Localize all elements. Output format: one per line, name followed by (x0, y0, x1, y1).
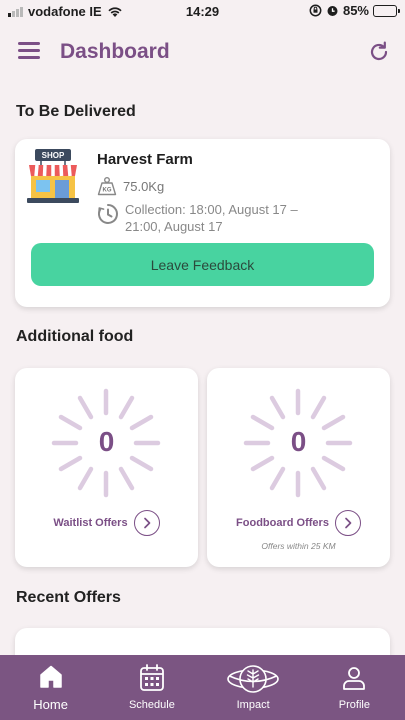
shop-sign-text: SHOP (42, 151, 65, 160)
delivery-card[interactable]: SHOP Harvest Farm KG 75.0Kg Collection: … (15, 139, 390, 307)
status-right: 85% (309, 3, 400, 18)
foodbank-offers-card[interactable]: 0 Foodboard Offers Offers within 25 KM (207, 368, 390, 567)
bottom-nav: Home Schedule Impact Profile (0, 655, 405, 720)
battery-percent: 85% (342, 3, 369, 18)
nav-impact[interactable]: Impact (203, 655, 304, 720)
nav-profile[interactable]: Profile (304, 655, 405, 720)
section-title-recent-offers: Recent Offers (16, 589, 121, 606)
chevron-right-icon[interactable] (133, 510, 160, 536)
waitlist-offers-link[interactable]: Waitlist Offers (15, 510, 198, 536)
waitlist-count: 0 (98, 426, 115, 457)
home-icon (39, 665, 62, 688)
foodbank-count: 0 (290, 426, 307, 457)
battery-icon (373, 4, 400, 17)
weight-icon-text: KG (103, 188, 112, 194)
foodbank-offers-label: Foodboard Offers (236, 517, 329, 529)
leave-feedback-button[interactable]: Leave Feedback (31, 243, 374, 286)
orientation-lock-icon (309, 4, 322, 17)
waitlist-offers-card[interactable]: 0 Waitlist Offers (15, 368, 198, 567)
collection-row: Collection: 18:00, August 17 – 21:00, Au… (97, 201, 337, 235)
menu-button[interactable] (18, 42, 40, 60)
alarm-icon (327, 6, 338, 16)
weight-row: KG 75.0Kg (97, 176, 164, 196)
clock-icon (98, 204, 118, 224)
collection-time: Collection: 18:00, August 17 – 21:00, Au… (125, 202, 298, 234)
calendar-icon (139, 664, 164, 691)
refresh-icon[interactable] (367, 40, 391, 64)
foodbank-offers-link[interactable]: Foodboard Offers (207, 510, 390, 536)
chevron-right-icon[interactable] (334, 510, 361, 536)
waitlist-offers-label: Waitlist Offers (53, 517, 128, 529)
profile-icon (343, 667, 366, 690)
app-header: Dashboard (0, 34, 405, 70)
status-bar: vodafone IE 14:29 85% (0, 0, 405, 24)
section-title-to-be-delivered: To Be Delivered (16, 103, 136, 120)
nav-schedule-label: Schedule (128, 699, 175, 711)
shop-icon: SHOP (27, 149, 79, 203)
nav-impact-label: Impact (236, 699, 270, 711)
foodbank-offers-subtitle: Offers within 25 KM (261, 541, 336, 551)
section-title-additional-food: Additional food (16, 328, 134, 345)
impact-planet-icon (227, 665, 279, 693)
nav-schedule[interactable]: Schedule (101, 655, 202, 720)
weight-value: 75.0Kg (123, 178, 165, 194)
weight-icon: KG (97, 177, 117, 196)
nav-profile-label: Profile (338, 699, 370, 711)
nav-home[interactable]: Home (0, 655, 101, 720)
page-title: Dashboard (60, 40, 170, 63)
nav-home-label: Home (33, 697, 68, 712)
farm-name: Harvest Farm (97, 151, 193, 168)
